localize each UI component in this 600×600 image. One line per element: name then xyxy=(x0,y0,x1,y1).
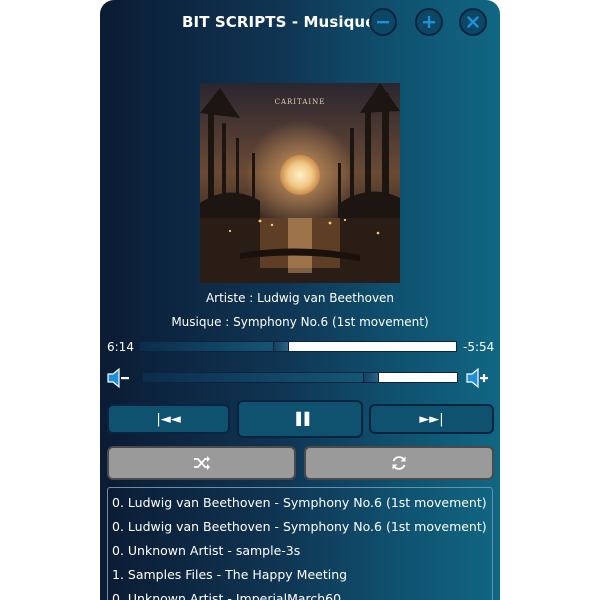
pause-button[interactable]: ▐▐ xyxy=(237,400,363,438)
close-icon xyxy=(467,16,479,28)
repeat-button[interactable] xyxy=(304,446,494,480)
album-cover: CARITAINE xyxy=(200,83,400,283)
progress-fill xyxy=(140,342,289,351)
album-cover-title: CARITAINE xyxy=(274,98,326,106)
playlist-item[interactable]: 0. Unknown Artist - ImperialMarch60 xyxy=(112,591,341,600)
plus-icon xyxy=(423,16,435,28)
previous-icon: |◄◄ xyxy=(156,411,181,427)
progress-handle[interactable] xyxy=(273,342,289,351)
volume-slider[interactable] xyxy=(142,372,458,383)
repeat-icon xyxy=(392,456,406,470)
minimize-button[interactable] xyxy=(369,8,397,36)
volume-fill xyxy=(143,373,379,382)
pause-icon: ▐▐ xyxy=(291,412,309,426)
maximize-button[interactable] xyxy=(415,8,443,36)
playlist-item[interactable]: 0. Ludwig van Beethoven - Symphony No.6 … xyxy=(112,519,487,534)
next-icon: ►►| xyxy=(419,411,444,427)
previous-button[interactable]: |◄◄ xyxy=(107,404,230,434)
window-title: BIT SCRIPTS - Musique xyxy=(182,13,376,31)
playlist[interactable]: 0. Ludwig van Beethoven - Symphony No.6 … xyxy=(107,487,493,600)
playlist-item[interactable]: 0. Unknown Artist - sample-3s xyxy=(112,543,300,558)
volume-down-icon[interactable] xyxy=(105,365,131,391)
shuffle-icon xyxy=(193,456,210,470)
playlist-item[interactable]: 1. Samples Files - The Happy Meeting xyxy=(112,567,347,582)
artist-label: Artiste : Ludwig van Beethoven xyxy=(205,291,395,305)
album-artwork xyxy=(200,83,400,283)
minus-icon xyxy=(377,21,389,24)
music-player-window: BIT SCRIPTS - Musique CARITAINE Artiste … xyxy=(100,0,500,600)
elapsed-time: 6:14 xyxy=(107,340,134,354)
remaining-time: -5:54 xyxy=(463,340,495,354)
shuffle-button[interactable] xyxy=(107,446,296,480)
song-title-label: Musique : Symphony No.6 (1st movement) xyxy=(171,315,429,329)
progress-slider[interactable] xyxy=(139,341,457,352)
playlist-item[interactable]: 0. Ludwig van Beethoven - Symphony No.6 … xyxy=(112,495,487,510)
next-button[interactable]: ►►| xyxy=(369,404,494,434)
close-button[interactable] xyxy=(459,8,487,36)
volume-handle[interactable] xyxy=(363,373,379,382)
volume-up-icon[interactable] xyxy=(464,365,490,391)
